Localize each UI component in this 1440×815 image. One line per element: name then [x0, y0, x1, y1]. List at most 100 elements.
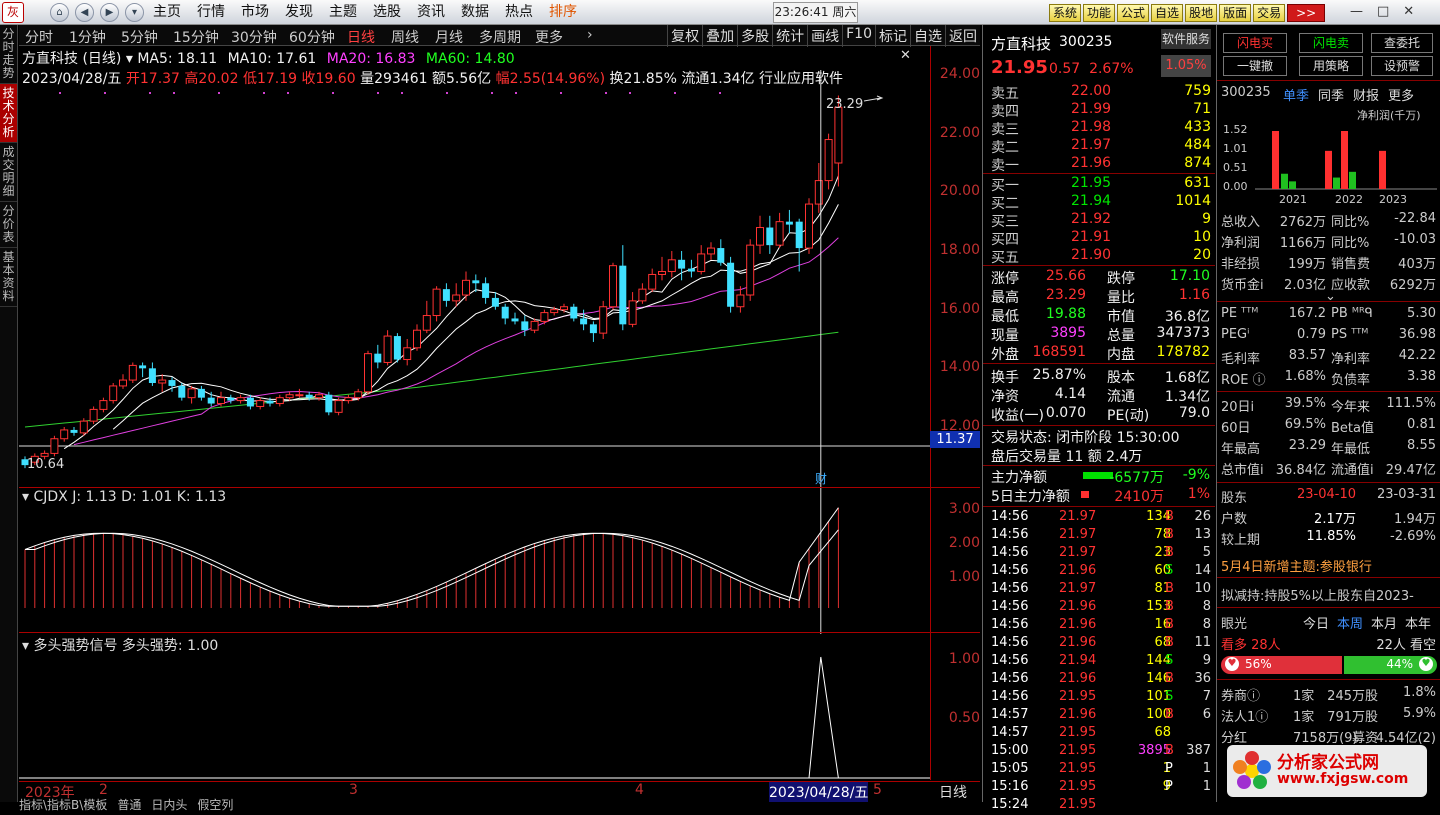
eye-tab-3[interactable]: 本年	[1405, 613, 1431, 632]
order-row[interactable]: 买四 21.91 10	[983, 229, 1215, 248]
more-button[interactable]: >>	[1287, 4, 1326, 22]
tick-row[interactable]: 14:56 21.97 134 B 26	[983, 509, 1215, 527]
tick-row[interactable]: 14:56 21.96 16 B 8	[983, 617, 1215, 635]
quick-button-3[interactable]: 自选	[1151, 4, 1184, 22]
tick-row[interactable]: 14:56 21.94 144 S 9	[983, 653, 1215, 671]
tick-row[interactable]: 14:57 21.95 68	[983, 725, 1215, 743]
chart-tool-2[interactable]: 多股	[737, 25, 772, 47]
period-7[interactable]: 周线	[391, 27, 419, 47]
order-row[interactable]: 卖三 21.98 433	[983, 119, 1215, 138]
tick-row[interactable]: 14:56 21.95 101 S 7	[983, 689, 1215, 707]
order-row[interactable]: 卖四 21.99 71	[983, 101, 1215, 120]
left-tab-0[interactable]: 分时走势	[0, 25, 17, 84]
chart-tool-6[interactable]: 标记	[875, 25, 910, 47]
chart-tool-4[interactable]: 画线	[807, 25, 842, 47]
tick-row[interactable]: 15:16 21.95 9 P 1	[983, 779, 1215, 797]
left-tab-4[interactable]: 基本资料	[0, 248, 17, 307]
bottom-tab-0[interactable]: 指标\指标B\模板	[19, 796, 107, 813]
tick-row[interactable]: 14:56 21.97 78 B 13	[983, 527, 1215, 545]
quick-button-1[interactable]: 功能	[1083, 4, 1116, 22]
trade-button-5[interactable]: 设预警	[1371, 56, 1433, 76]
dropdown-icon[interactable]: ▾	[125, 3, 144, 22]
tick-row[interactable]: 14:56 21.96 68 B 11	[983, 635, 1215, 653]
bottom-tab-1[interactable]: 普通	[117, 796, 141, 813]
period-5[interactable]: 60分钟	[289, 27, 335, 47]
order-row[interactable]: 卖五 22.00 759	[983, 83, 1215, 102]
chart-tool-5[interactable]: F10	[842, 25, 875, 47]
tick-row[interactable]: 14:56 21.97 23 B 5	[983, 545, 1215, 563]
news-item-2[interactable]: 拟减持:持股5%以上股东自2023-	[1221, 585, 1414, 604]
order-row[interactable]: 卖一 21.96 874	[983, 155, 1215, 174]
trade-button-2[interactable]: 查委托	[1371, 33, 1433, 53]
chart-tool-3[interactable]: 统计	[772, 25, 807, 47]
forward-icon[interactable]: ▶	[100, 3, 119, 22]
period-0[interactable]: 分时	[25, 27, 53, 47]
f10-tab-1[interactable]: 同季	[1318, 85, 1344, 104]
back-icon[interactable]: ◀	[75, 3, 94, 22]
eye-tab-2[interactable]: 本月	[1371, 613, 1397, 632]
period-9[interactable]: 多周期	[479, 27, 521, 47]
tick-row[interactable]: 15:05 21.95 1 P 1	[983, 761, 1215, 779]
news-item-1[interactable]: 5月4日新增主题:参股银行	[1221, 556, 1372, 575]
quick-button-2[interactable]: 公式	[1117, 4, 1150, 22]
maximize-icon[interactable]: □	[1377, 4, 1389, 19]
order-row[interactable]: 买三 21.92 9	[983, 211, 1215, 230]
service-button[interactable]: 软件服务	[1161, 29, 1211, 49]
period-6[interactable]: 日线	[347, 27, 375, 47]
quick-button-4[interactable]: 股地	[1185, 4, 1218, 22]
trade-button-3[interactable]: 一键撤	[1223, 56, 1287, 76]
f10-tab-0[interactable]: 单季	[1283, 85, 1309, 104]
quick-button-6[interactable]: 交易	[1253, 4, 1286, 22]
close-icon[interactable]: ✕	[1403, 4, 1414, 19]
chart-tool-7[interactable]: 自选	[910, 25, 945, 47]
home-icon[interactable]: ⌂	[50, 3, 69, 22]
period-10[interactable]: 更多	[535, 27, 563, 47]
bottom-tab-2[interactable]: 日内头	[151, 796, 187, 813]
menu-9[interactable]: 排序	[541, 0, 585, 25]
menu-7[interactable]: 数据	[453, 0, 497, 25]
tick-row[interactable]: 14:56 21.96 146 B 36	[983, 671, 1215, 689]
tick-row[interactable]: 14:57 21.96 100 B 6	[983, 707, 1215, 725]
menu-8[interactable]: 热点	[497, 0, 541, 25]
trade-button-4[interactable]: 用策略	[1299, 56, 1363, 76]
menu-2[interactable]: 市场	[233, 0, 277, 25]
period-more-icon[interactable]: ›	[587, 27, 593, 43]
menu-3[interactable]: 发现	[277, 0, 321, 25]
left-tab-1[interactable]: 技术分析	[0, 84, 17, 143]
left-tab-2[interactable]: 成交明细	[0, 143, 17, 202]
quick-button-0[interactable]: 系统	[1049, 4, 1082, 22]
tick-row[interactable]: 14:56 21.97 81 B 10	[983, 581, 1215, 599]
left-tab-3[interactable]: 分价表	[0, 202, 17, 248]
period-3[interactable]: 15分钟	[173, 27, 219, 47]
period-2[interactable]: 5分钟	[121, 27, 158, 47]
order-row[interactable]: 卖二 21.97 484	[983, 137, 1215, 156]
tick-row[interactable]: 15:00 21.95 3895 B 387	[983, 743, 1215, 761]
tick-row[interactable]: 14:56 21.96 60 S 14	[983, 563, 1215, 581]
menu-0[interactable]: 主页	[145, 0, 189, 25]
order-row[interactable]: 买五 21.90 20	[983, 247, 1215, 266]
order-row[interactable]: 买一 21.95 631	[983, 175, 1215, 194]
chart-tool-8[interactable]: 返回	[945, 25, 980, 47]
chart-tool-0[interactable]: 复权	[667, 25, 702, 47]
quick-button-5[interactable]: 版面	[1219, 4, 1252, 22]
eye-tab-0[interactable]: 今日	[1303, 613, 1329, 632]
period-1[interactable]: 1分钟	[69, 27, 106, 47]
candlestick-chart[interactable]: 23.29 10.64 财	[19, 46, 930, 781]
trade-button-1[interactable]: 闪电卖	[1299, 33, 1363, 53]
chart-tool-1[interactable]: 叠加	[702, 25, 737, 47]
trade-button-0[interactable]: 闪电买	[1223, 33, 1287, 53]
menu-5[interactable]: 选股	[365, 0, 409, 25]
tick-row[interactable]: 15:24 21.95	[983, 797, 1215, 815]
f10-tab-2[interactable]: 财报	[1353, 85, 1379, 104]
order-row[interactable]: 买二 21.94 1014	[983, 193, 1215, 212]
period-4[interactable]: 30分钟	[231, 27, 277, 47]
minimize-icon[interactable]: —	[1350, 4, 1363, 19]
menu-4[interactable]: 主题	[321, 0, 365, 25]
eye-tab-1[interactable]: 本周	[1337, 613, 1363, 632]
tick-row[interactable]: 14:56 21.96 153 B 8	[983, 599, 1215, 617]
f10-tab-3[interactable]: 更多	[1388, 85, 1414, 104]
bottom-tab-3[interactable]: 假空列	[197, 796, 233, 813]
period-8[interactable]: 月线	[435, 27, 463, 47]
menu-6[interactable]: 资讯	[409, 0, 453, 25]
menu-1[interactable]: 行情	[189, 0, 233, 25]
